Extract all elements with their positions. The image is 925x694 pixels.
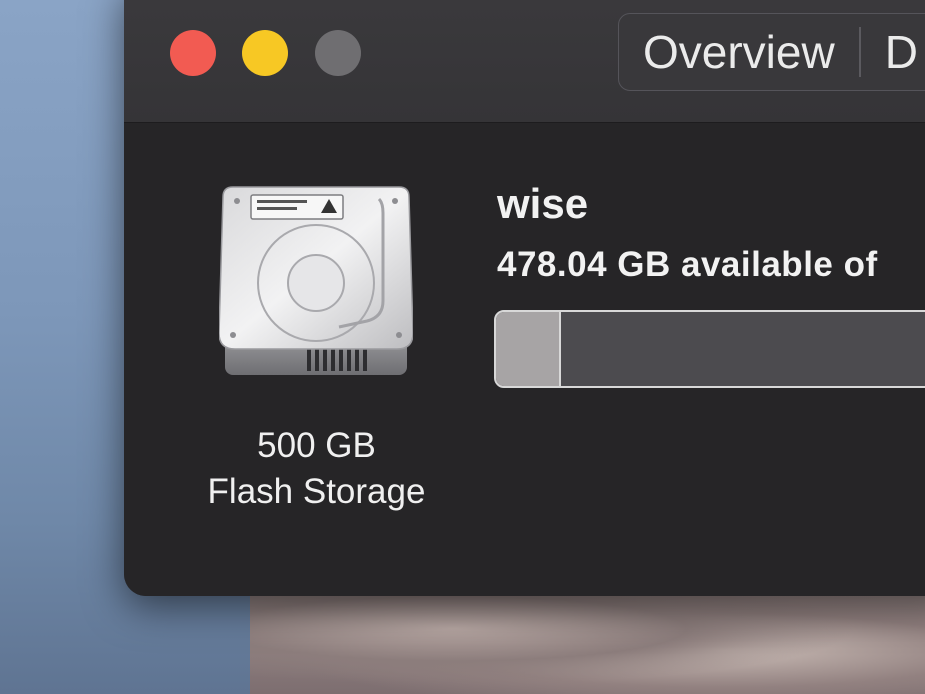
volume-name: wise [497,180,589,227]
toolbar-tabs: Overview D [618,13,925,91]
tab-displays[interactable]: D [861,14,925,90]
volume-available-text: 478.04 GB available of [497,245,878,284]
drive-type: Flash Storage [207,472,426,511]
drive-caption: 500 GB Flash Storage [164,423,469,515]
zoom-button[interactable] [315,30,361,76]
close-button[interactable] [170,30,216,76]
drive-capacity: 500 GB [257,426,376,465]
storage-pane: 500 GB Flash Storage wise 478.04 GB avai… [124,123,925,596]
hard-drive-icon [218,183,414,380]
wallpaper-rock [250,585,925,694]
storage-used-segment [496,312,561,386]
title-bar: Overview D [124,0,925,123]
tab-overview[interactable]: Overview [619,14,859,90]
storage-usage-bar [494,310,925,388]
minimize-button[interactable] [242,30,288,76]
about-this-mac-window: Overview D 500 GB Flash Storage wise 478… [124,0,925,596]
